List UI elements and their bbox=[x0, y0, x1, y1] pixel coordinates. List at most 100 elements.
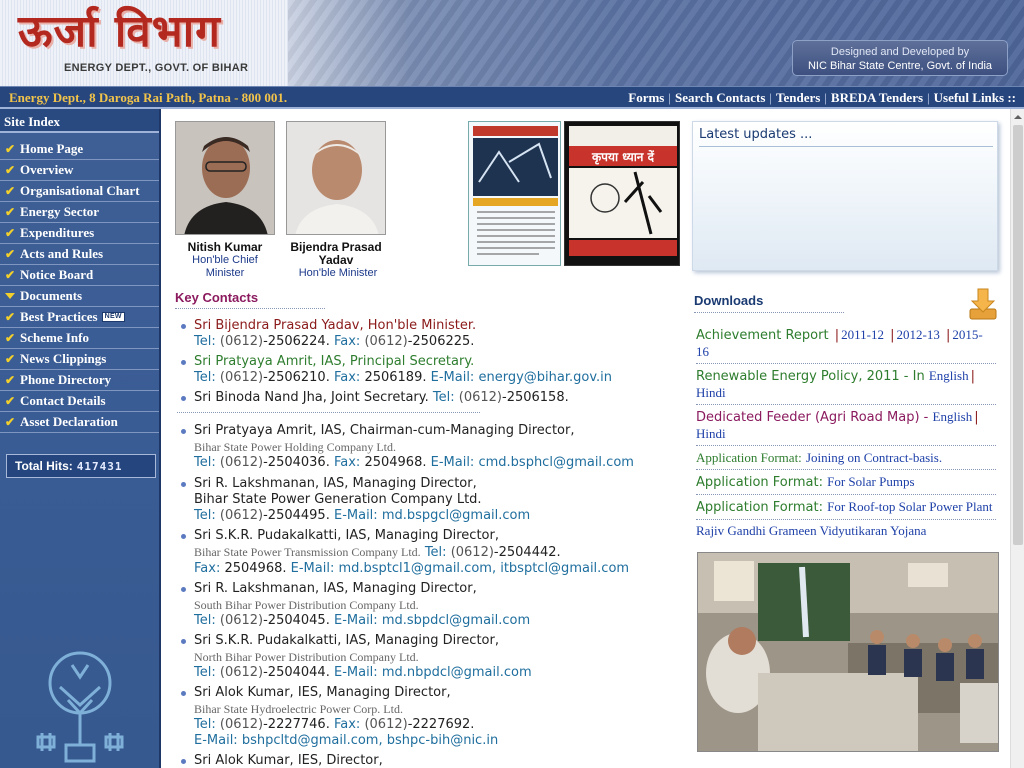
download-label: Achievement Report bbox=[696, 328, 829, 343]
check-icon: ✔ bbox=[4, 331, 16, 345]
hindi-link[interactable]: Hindi bbox=[696, 426, 726, 441]
sidebar-item-asset-declaration[interactable]: ✔ Asset Declaration bbox=[0, 412, 159, 433]
rooftop-solar-link[interactable]: For Roof-top Solar Power Plant bbox=[827, 499, 992, 514]
email-label: E-Mail: bbox=[333, 665, 378, 680]
sidebar-item-label: Documents bbox=[20, 288, 83, 303]
cm-photo bbox=[175, 121, 275, 235]
tel-code: (0612) bbox=[219, 665, 264, 680]
check-icon: ✔ bbox=[4, 247, 16, 261]
breda-tenders-link[interactable]: BREDA Tenders bbox=[831, 90, 923, 106]
sidebar-item-phone-directory[interactable]: ✔ Phone Directory bbox=[0, 370, 159, 391]
contact-name: Sri Pratyaya Amrit, IAS, Principal Secre… bbox=[194, 354, 475, 369]
sidebar-item-organisational-chart[interactable]: ✔ Organisational Chart bbox=[0, 181, 159, 202]
check-icon: ✔ bbox=[4, 163, 16, 177]
hits-label: Total Hits: bbox=[15, 459, 73, 473]
sidebar-item-label: Expenditures bbox=[20, 225, 95, 240]
sidebar-item-label: Contact Details bbox=[20, 393, 106, 408]
sidebar-item-label: Organisational Chart bbox=[20, 183, 140, 198]
site-header: ऊर्जा विभाग ENERGY DEPT., GOVT. OF BIHAR… bbox=[0, 0, 1024, 86]
year-link-2012-13[interactable]: 2012-13 bbox=[897, 327, 940, 342]
tel-code: (0612) bbox=[219, 508, 264, 523]
fax-label: Fax: bbox=[194, 561, 221, 576]
tel-code: (0612) bbox=[219, 370, 264, 385]
scrollbar-thumb[interactable] bbox=[1013, 125, 1023, 545]
safety-poster-1[interactable] bbox=[468, 121, 561, 266]
downloads-title: Downloads bbox=[694, 293, 764, 308]
email-link[interactable]: energy@bihar.gov.in bbox=[478, 370, 612, 385]
sidebar-item-expenditures[interactable]: ✔ Expenditures bbox=[0, 223, 159, 244]
minister-role: Hon'ble Minister bbox=[298, 267, 378, 279]
download-icon[interactable] bbox=[968, 287, 998, 321]
sidebar-item-overview[interactable]: ✔ Overview bbox=[0, 160, 159, 181]
safety-poster-2[interactable]: कृपया ध्यान दें bbox=[564, 121, 680, 266]
email-link-2[interactable]: bshpc-bih@nic.in bbox=[387, 733, 498, 748]
contract-joining-link[interactable]: Joining on Contract-basis. bbox=[806, 450, 942, 465]
tel-number: -2227746. bbox=[263, 717, 330, 732]
contact-org: Bihar State Hydroelectric Power Corp. Lt… bbox=[194, 702, 403, 716]
logo-english: ENERGY DEPT., GOVT. OF BIHAR bbox=[64, 62, 249, 74]
key-contacts-title: Key Contacts bbox=[175, 290, 259, 305]
year-link-2015-16-cont[interactable]: 16 bbox=[696, 344, 709, 359]
tel-code: (0612) bbox=[219, 334, 264, 349]
tel-code: (0612) bbox=[219, 455, 264, 470]
contact-nbpdcl: Sri S.K.R. Pudakalkatti, IAS, Managing D… bbox=[179, 633, 679, 681]
top-links: Forms | Search Contacts | Tenders | BREDA T… bbox=[628, 90, 1016, 106]
email-link[interactable]: md.nbpdcl@gmail.com bbox=[382, 665, 532, 680]
email-label: E-Mail: bbox=[430, 455, 475, 470]
sidebar-item-scheme-info[interactable]: ✔ Scheme Info bbox=[0, 328, 159, 349]
email-link[interactable]: md.sbpdcl@gmail.com bbox=[382, 613, 530, 628]
year-link-2015-16[interactable]: 2015- bbox=[952, 327, 982, 342]
sidebar-item-contact-details[interactable]: ✔ Contact Details bbox=[0, 391, 159, 412]
hindi-link[interactable]: Hindi bbox=[696, 385, 726, 400]
divider bbox=[699, 146, 993, 147]
bullet-icon bbox=[181, 639, 186, 644]
sidebar-item-home-page[interactable]: ✔ Home Page bbox=[0, 139, 159, 160]
forms-link[interactable]: Forms bbox=[628, 90, 664, 106]
page-scrollbar[interactable] bbox=[1010, 109, 1024, 768]
bullet-icon bbox=[181, 482, 186, 487]
email-link-2[interactable]: itbsptcl@gmail.com bbox=[500, 561, 629, 576]
sidebar-item-best-practices[interactable]: ✔ Best Practices NEW bbox=[0, 307, 159, 328]
email-link[interactable]: md.bsptcl1@gmail.com, bbox=[338, 561, 496, 576]
check-icon: ✔ bbox=[4, 184, 16, 198]
contact-org: Bihar State Power Holding Company Ltd. bbox=[194, 440, 396, 454]
sidebar-item-acts-and-rules[interactable]: ✔ Acts and Rules bbox=[0, 244, 159, 265]
divider bbox=[696, 469, 996, 470]
tel-label: Tel: bbox=[194, 370, 216, 385]
logo-hindi[interactable]: ऊर्जा विभाग bbox=[18, 6, 221, 58]
rggvy-link[interactable]: Rajiv Gandhi Grameen Vidyutikaran Yojana bbox=[696, 523, 926, 538]
contact-bshpc-director: Sri Alok Kumar, IES, Director, bbox=[179, 753, 679, 768]
tel-number: -2506224. bbox=[263, 334, 330, 349]
search-contacts-link[interactable]: Search Contacts bbox=[675, 90, 765, 106]
tel-label: Tel: bbox=[194, 665, 216, 680]
year-link-2011-12[interactable]: 2011-12 bbox=[841, 327, 884, 342]
sidebar-item-energy-sector[interactable]: ✔ Energy Sector bbox=[0, 202, 159, 223]
email-label: E-Mail: bbox=[430, 370, 475, 385]
check-icon: ✔ bbox=[4, 268, 16, 282]
tenders-link[interactable]: Tenders bbox=[776, 90, 820, 106]
divider bbox=[177, 412, 480, 413]
solar-pumps-link[interactable]: For Solar Pumps bbox=[827, 474, 914, 489]
email-link[interactable]: md.bspgcl@gmail.com bbox=[382, 508, 530, 523]
sidebar-item-documents[interactable]: Documents bbox=[0, 286, 159, 307]
email-link[interactable]: cmd.bsphcl@gmail.com bbox=[478, 455, 633, 470]
sidebar-item-label: Overview bbox=[20, 162, 74, 177]
sidebar-item-notice-board[interactable]: ✔ Notice Board bbox=[0, 265, 159, 286]
sidebar-item-label: Acts and Rules bbox=[20, 246, 104, 261]
main-content: Nitish Kumar Hon'ble Chief Minister Bije… bbox=[163, 109, 685, 768]
tel-code: (0612) bbox=[219, 717, 264, 732]
email-link[interactable]: bshpcltd@gmail.com, bbox=[242, 733, 383, 748]
english-link[interactable]: English bbox=[933, 409, 973, 424]
designed-by-box[interactable]: Designed and Developed by NIC Bihar Stat… bbox=[792, 40, 1008, 76]
bodhi-tree-emblem-icon bbox=[36, 651, 124, 763]
tel-label: Tel: bbox=[194, 508, 216, 523]
sidebar-item-label: Asset Declaration bbox=[20, 414, 118, 429]
sidebar-item-label: Best Practices bbox=[20, 309, 98, 324]
english-link[interactable]: English bbox=[929, 368, 969, 383]
tel-number: -2504036. bbox=[263, 455, 330, 470]
sidebar-item-news-clippings[interactable]: ✔ News Clippings bbox=[0, 349, 159, 370]
bullet-icon bbox=[181, 759, 186, 764]
scroll-up-arrow-icon[interactable] bbox=[1012, 111, 1024, 123]
tel-label: Tel: bbox=[194, 613, 216, 628]
useful-links-link[interactable]: Useful Links :: bbox=[934, 90, 1016, 106]
